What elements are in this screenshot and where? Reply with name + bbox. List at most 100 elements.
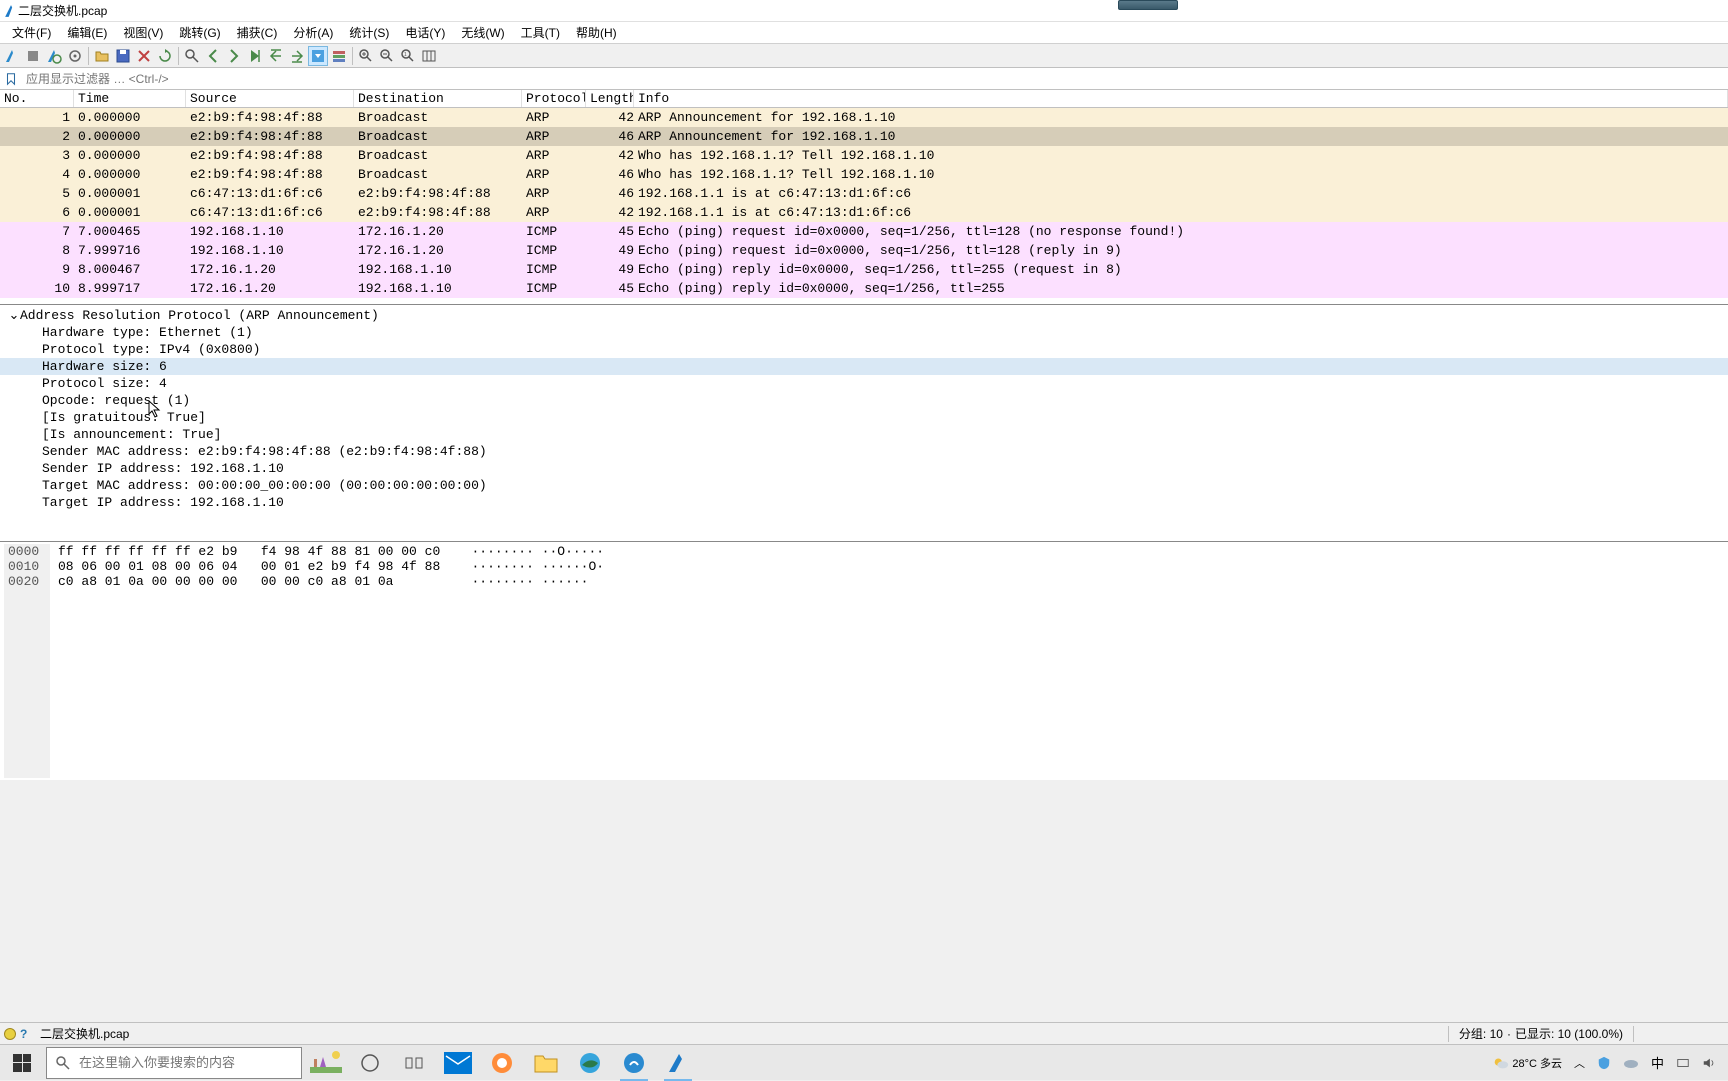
packet-row[interactable]: 98.000467172.16.1.20192.168.1.10ICMP49Ec… bbox=[0, 260, 1728, 279]
expert-info-icon[interactable] bbox=[4, 1028, 16, 1040]
hex-row[interactable]: 08 06 00 01 08 00 06 04 00 01 e2 b9 f4 9… bbox=[58, 559, 604, 574]
colorize-button[interactable] bbox=[329, 46, 349, 66]
bookmark-filter-icon[interactable] bbox=[2, 70, 20, 88]
start-button[interactable] bbox=[0, 1045, 44, 1081]
save-file-button[interactable] bbox=[113, 46, 133, 66]
menu-item[interactable]: 跳转(G) bbox=[171, 22, 228, 43]
ime-tray-icon[interactable]: 中 bbox=[1647, 1053, 1668, 1072]
mail-app-icon[interactable] bbox=[436, 1045, 480, 1081]
column-header-length[interactable]: Length bbox=[586, 90, 634, 107]
edge-browser-icon[interactable] bbox=[568, 1045, 612, 1081]
packet-bytes-pane[interactable]: 000000100020 ff ff ff ff ff ff e2 b9 f4 … bbox=[0, 542, 1728, 780]
cell-destination: e2:b9:f4:98:4f:88 bbox=[354, 205, 522, 220]
network-tray-icon[interactable] bbox=[1672, 1056, 1694, 1070]
detail-field[interactable]: Sender IP address: 192.168.1.10 bbox=[0, 460, 1728, 477]
go-last-button[interactable] bbox=[287, 46, 307, 66]
close-file-button[interactable] bbox=[134, 46, 154, 66]
go-forward-button[interactable] bbox=[224, 46, 244, 66]
go-back-button[interactable] bbox=[203, 46, 223, 66]
packet-row[interactable]: 60.000001c6:47:13:d1:6f:c6e2:b9:f4:98:4f… bbox=[0, 203, 1728, 222]
detail-field[interactable]: [Is gratuitous: True] bbox=[0, 409, 1728, 426]
windows-taskbar[interactable]: 28°C 多云 ︿ 中 bbox=[0, 1044, 1728, 1080]
hex-row[interactable]: ff ff ff ff ff ff e2 b9 f4 98 4f 88 81 0… bbox=[58, 544, 604, 559]
detail-field[interactable]: Hardware size: 6 bbox=[0, 358, 1728, 375]
zoom-reset-button[interactable]: 1 bbox=[398, 46, 418, 66]
menu-item[interactable]: 统计(S) bbox=[341, 22, 397, 43]
detail-field[interactable]: Sender MAC address: e2:b9:f4:98:4f:88 (e… bbox=[0, 443, 1728, 460]
cortana-icon[interactable] bbox=[348, 1045, 392, 1081]
column-header-no[interactable]: No. bbox=[0, 90, 74, 107]
packet-row[interactable]: 50.000001c6:47:13:d1:6f:c6e2:b9:f4:98:4f… bbox=[0, 184, 1728, 203]
column-header-source[interactable]: Source bbox=[186, 90, 354, 107]
system-tray[interactable]: 28°C 多云 ︿ 中 bbox=[1488, 1045, 1728, 1081]
find-button[interactable] bbox=[182, 46, 202, 66]
taskbar-search-input[interactable] bbox=[79, 1055, 293, 1070]
detail-field[interactable]: Opcode: request (1) bbox=[0, 392, 1728, 409]
cell-protocol: ICMP bbox=[522, 224, 586, 239]
packet-row[interactable]: 77.000465192.168.1.10172.16.1.20ICMP45Ec… bbox=[0, 222, 1728, 241]
menu-item[interactable]: 工具(T) bbox=[513, 22, 568, 43]
detail-field[interactable]: Hardware type: Ethernet (1) bbox=[0, 324, 1728, 341]
go-to-packet-button[interactable] bbox=[245, 46, 265, 66]
restart-capture-button[interactable] bbox=[44, 46, 64, 66]
packet-row[interactable]: 10.000000e2:b9:f4:98:4f:88BroadcastARP42… bbox=[0, 108, 1728, 127]
column-header-info[interactable]: Info bbox=[634, 90, 1728, 107]
collapse-icon[interactable]: ⌄ bbox=[8, 308, 20, 323]
menu-item[interactable]: 视图(V) bbox=[115, 22, 171, 43]
app-icon bbox=[4, 4, 18, 18]
packet-row[interactable]: 108.999717172.16.1.20192.168.1.10ICMP45E… bbox=[0, 279, 1728, 298]
reload-button[interactable] bbox=[155, 46, 175, 66]
taskbar-search-box[interactable] bbox=[46, 1047, 302, 1079]
packet-row[interactable]: 30.000000e2:b9:f4:98:4f:88BroadcastARP42… bbox=[0, 146, 1728, 165]
help-icon[interactable]: ? bbox=[20, 1027, 34, 1041]
menu-item[interactable]: 帮助(H) bbox=[568, 22, 625, 43]
hex-bytes[interactable]: ff ff ff ff ff ff e2 b9 f4 98 4f 88 81 0… bbox=[50, 544, 604, 778]
onedrive-tray-icon[interactable] bbox=[1619, 1057, 1643, 1069]
tray-chevron-icon[interactable]: ︿ bbox=[1570, 1055, 1589, 1071]
column-header-destination[interactable]: Destination bbox=[354, 90, 522, 107]
cell-no: 9 bbox=[0, 262, 74, 277]
menu-item[interactable]: 捕获(C) bbox=[229, 22, 286, 43]
stop-capture-button[interactable] bbox=[23, 46, 43, 66]
detail-field[interactable]: Target MAC address: 00:00:00_00:00:00 (0… bbox=[0, 477, 1728, 494]
news-widget-icon[interactable] bbox=[304, 1045, 348, 1081]
capture-options-button[interactable] bbox=[65, 46, 85, 66]
packet-row[interactable]: 40.000000e2:b9:f4:98:4f:88BroadcastARP46… bbox=[0, 165, 1728, 184]
column-header-protocol[interactable]: Protocol bbox=[522, 90, 586, 107]
security-tray-icon[interactable] bbox=[1593, 1056, 1615, 1070]
volume-tray-icon[interactable] bbox=[1698, 1056, 1720, 1070]
packet-list-pane[interactable]: No. Time Source Destination Protocol Len… bbox=[0, 90, 1728, 305]
open-file-button[interactable] bbox=[92, 46, 112, 66]
detail-field[interactable]: [Is announcement: True] bbox=[0, 426, 1728, 443]
packet-row[interactable]: 87.999716192.168.1.10172.16.1.20ICMP49Ec… bbox=[0, 241, 1728, 260]
packet-list-header[interactable]: No. Time Source Destination Protocol Len… bbox=[0, 90, 1728, 108]
wireshark-app-icon[interactable] bbox=[656, 1045, 700, 1081]
display-filter-input[interactable] bbox=[22, 70, 1728, 88]
menu-item[interactable]: 电话(Y) bbox=[397, 22, 453, 43]
cell-protocol: ARP bbox=[522, 205, 586, 220]
menu-item[interactable]: 分析(A) bbox=[285, 22, 341, 43]
weather-tray[interactable]: 28°C 多云 bbox=[1488, 1054, 1566, 1072]
detail-field[interactable]: Protocol type: IPv4 (0x0800) bbox=[0, 341, 1728, 358]
zoom-out-button[interactable] bbox=[377, 46, 397, 66]
device-thumbnail bbox=[1118, 0, 1178, 10]
resize-columns-button[interactable] bbox=[419, 46, 439, 66]
packet-details-pane[interactable]: ⌄Address Resolution Protocol (ARP Announ… bbox=[0, 305, 1728, 542]
auto-scroll-button[interactable] bbox=[308, 46, 328, 66]
packet-row[interactable]: 20.000000e2:b9:f4:98:4f:88BroadcastARP46… bbox=[0, 127, 1728, 146]
detail-field[interactable]: Protocol size: 4 bbox=[0, 375, 1728, 392]
detail-field[interactable]: Target IP address: 192.168.1.10 bbox=[0, 494, 1728, 511]
menu-item[interactable]: 文件(F) bbox=[4, 22, 59, 43]
zoom-in-button[interactable] bbox=[356, 46, 376, 66]
hex-row[interactable]: c0 a8 01 0a 00 00 00 00 00 00 c0 a8 01 0… bbox=[58, 574, 604, 589]
column-header-time[interactable]: Time bbox=[74, 90, 186, 107]
file-explorer-icon[interactable] bbox=[524, 1045, 568, 1081]
menu-item[interactable]: 编辑(E) bbox=[59, 22, 115, 43]
menu-item[interactable]: 无线(W) bbox=[453, 22, 512, 43]
ensp-app-icon[interactable] bbox=[612, 1045, 656, 1081]
start-capture-button[interactable] bbox=[2, 46, 22, 66]
detail-tree-header[interactable]: ⌄Address Resolution Protocol (ARP Announ… bbox=[0, 307, 1728, 324]
go-first-button[interactable] bbox=[266, 46, 286, 66]
task-view-icon[interactable] bbox=[392, 1045, 436, 1081]
browser-app-icon[interactable] bbox=[480, 1045, 524, 1081]
